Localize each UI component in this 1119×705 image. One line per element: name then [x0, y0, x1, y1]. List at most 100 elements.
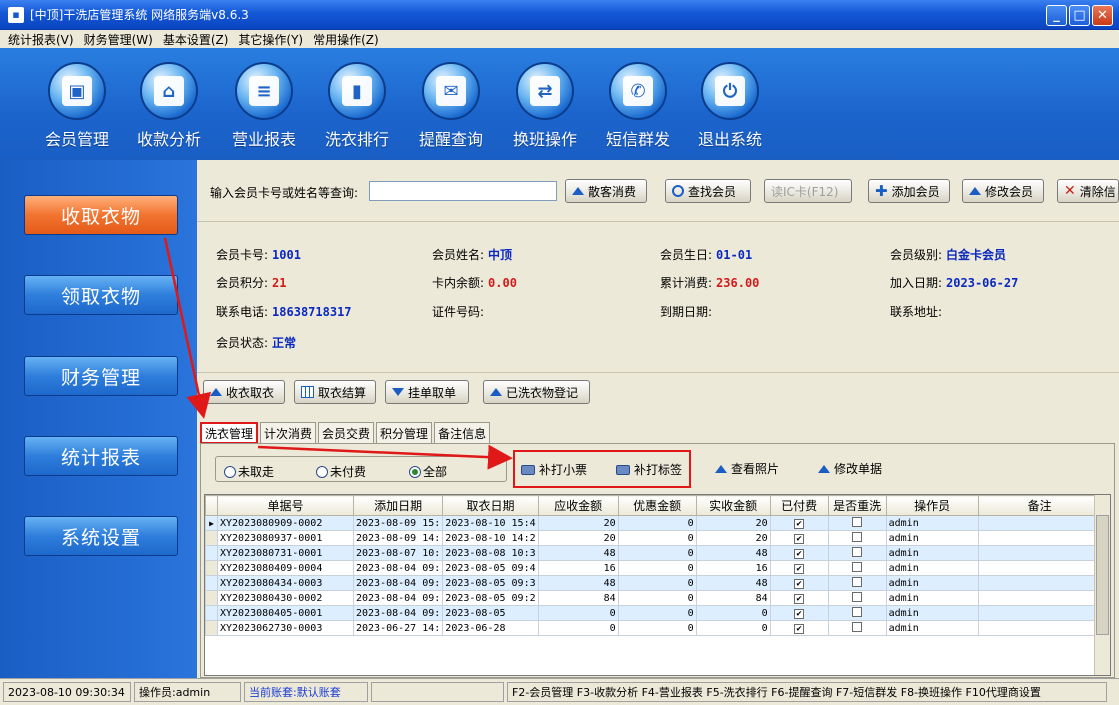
search-input[interactable]: [369, 181, 557, 201]
menu-stats[interactable]: 统计报表(V): [8, 31, 74, 48]
pickup-settle-button[interactable]: 取衣结算: [294, 380, 376, 404]
cell-paid[interactable]: ✔: [769, 530, 829, 546]
minimize-button[interactable]: _: [1046, 5, 1067, 26]
vertical-scrollbar[interactable]: [1094, 495, 1110, 675]
reprint-ticket-button[interactable]: 补打小票: [521, 461, 587, 478]
cell-rewash[interactable]: [827, 545, 887, 561]
paid-checkbox[interactable]: ✔: [794, 518, 805, 529]
radio-not-picked[interactable]: 未取走: [224, 463, 274, 480]
paid-checkbox[interactable]: ✔: [794, 548, 805, 559]
find-member-button[interactable]: 查找会员: [665, 179, 751, 203]
rewash-checkbox[interactable]: [852, 591, 863, 602]
sidebar-receive-clothes[interactable]: 收取衣物: [24, 195, 178, 235]
sidebar-pickup-clothes[interactable]: 领取衣物: [24, 275, 178, 315]
header-add-date[interactable]: 添加日期: [352, 495, 444, 516]
tab-count-consume[interactable]: 计次消费: [260, 422, 317, 444]
row-header[interactable]: [205, 560, 218, 576]
paid-checkbox[interactable]: ✔: [794, 623, 805, 634]
cell-paid[interactable]: ✔: [769, 515, 829, 531]
header-paid[interactable]: 已付费: [769, 495, 829, 516]
edit-member-button[interactable]: 修改会员: [962, 179, 1044, 203]
header-receivable[interactable]: 应收金额: [537, 495, 619, 516]
toolbar-laundry-ranking[interactable]: ▮ 洗衣排行: [317, 62, 397, 150]
cell-rewash[interactable]: [827, 620, 887, 636]
menu-basic-settings[interactable]: 基本设置(Z): [163, 31, 229, 48]
edit-order-button[interactable]: 修改单据: [818, 460, 882, 477]
rewash-checkbox[interactable]: [852, 576, 863, 587]
add-member-button[interactable]: ✚ 添加会员: [868, 179, 950, 203]
read-ic-card-button[interactable]: 读IC卡(F12): [764, 179, 852, 203]
close-button[interactable]: ✕: [1092, 5, 1113, 26]
cell-paid[interactable]: ✔: [769, 605, 829, 621]
cell-paid[interactable]: ✔: [769, 620, 829, 636]
cell-rewash[interactable]: [827, 560, 887, 576]
table-row[interactable]: XY2023062730-0003 2023-06-27 14: 2023-06-2…: [205, 620, 1102, 636]
header-received[interactable]: 实收金额: [695, 495, 771, 516]
tab-notes[interactable]: 备注信息: [434, 422, 491, 444]
toolbar-reminder-query[interactable]: ✉ 提醒查询: [411, 62, 491, 150]
header-pickup-date[interactable]: 取衣日期: [442, 495, 539, 516]
cell-rewash[interactable]: [827, 575, 887, 591]
menu-finance[interactable]: 财务管理(W): [84, 31, 153, 48]
header-notes[interactable]: 备注: [977, 495, 1102, 516]
sidebar-system-settings[interactable]: 系统设置: [24, 516, 178, 556]
table-row[interactable]: XY2023080937-0001 2023-08-09 14: 2023-08-1…: [205, 530, 1102, 546]
menu-other[interactable]: 其它操作(Y): [238, 31, 303, 48]
order-grid[interactable]: 单据号 添加日期 取衣日期 应收金额 优惠金额 实收金额 已付费 是否重洗 操作…: [204, 494, 1111, 676]
view-photos-button[interactable]: 查看照片: [715, 460, 779, 477]
row-header[interactable]: [205, 605, 218, 621]
paid-checkbox[interactable]: ✔: [794, 563, 805, 574]
table-row[interactable]: XY2023080430-0002 2023-08-04 09: 2023-08-0…: [205, 590, 1102, 606]
table-row[interactable]: XY2023080434-0003 2023-08-04 09: 2023-08-0…: [205, 575, 1102, 591]
rewash-checkbox[interactable]: [852, 621, 863, 632]
cell-paid[interactable]: ✔: [769, 545, 829, 561]
toolbar-member-management[interactable]: ▣ 会员管理: [37, 62, 117, 150]
header-rewash[interactable]: 是否重洗: [827, 495, 887, 516]
row-header[interactable]: [205, 575, 218, 591]
toolbar-business-report[interactable]: ≡ 营业报表: [224, 62, 304, 150]
row-header[interactable]: [205, 590, 218, 606]
hold-order-button[interactable]: 挂单取单: [385, 380, 469, 404]
tab-points[interactable]: 积分管理: [376, 422, 433, 444]
clear-info-button[interactable]: ✕ 清除信: [1057, 179, 1119, 203]
rewash-checkbox[interactable]: [852, 531, 863, 542]
cell-paid[interactable]: ✔: [769, 575, 829, 591]
cell-paid[interactable]: ✔: [769, 590, 829, 606]
tab-member-payment[interactable]: 会员交费: [318, 422, 375, 444]
rewash-checkbox[interactable]: [852, 606, 863, 617]
paid-checkbox[interactable]: ✔: [794, 533, 805, 544]
paid-checkbox[interactable]: ✔: [794, 608, 805, 619]
toolbar-exit-system[interactable]: ⏻ 退出系统: [690, 62, 770, 150]
row-header[interactable]: [205, 620, 218, 636]
paid-checkbox[interactable]: ✔: [794, 593, 805, 604]
header-discount[interactable]: 优惠金额: [617, 495, 697, 516]
row-header[interactable]: [205, 530, 218, 546]
washed-register-button[interactable]: 已洗衣物登记: [483, 380, 590, 404]
toolbar-shift-change[interactable]: ⇄ 换班操作: [505, 62, 585, 150]
scroll-thumb[interactable]: [1096, 515, 1109, 635]
cell-rewash[interactable]: [827, 530, 887, 546]
header-operator[interactable]: 操作员: [885, 495, 979, 516]
table-row[interactable]: XY2023080731-0001 2023-08-07 10: 2023-08-0…: [205, 545, 1102, 561]
rewash-checkbox[interactable]: [852, 546, 863, 557]
radio-all[interactable]: 全部: [409, 463, 447, 480]
cell-rewash[interactable]: [827, 590, 887, 606]
walkin-consume-button[interactable]: 散客消费: [565, 179, 647, 203]
table-row[interactable]: XY2023080405-0001 2023-08-04 09: 2023-08-0…: [205, 605, 1102, 621]
paid-checkbox[interactable]: ✔: [794, 578, 805, 589]
cell-rewash[interactable]: [827, 515, 887, 531]
row-header[interactable]: ▶: [205, 515, 218, 531]
table-row[interactable]: ▶ XY2023080909-0002 2023-08-09 15: 2023-08-…: [205, 515, 1102, 531]
cell-paid[interactable]: ✔: [769, 560, 829, 576]
tab-laundry-management[interactable]: 洗衣管理: [200, 422, 259, 444]
row-header[interactable]: [205, 545, 218, 561]
radio-unpaid[interactable]: 未付费: [316, 463, 366, 480]
sidebar-finance[interactable]: 财务管理: [24, 356, 178, 396]
menu-common[interactable]: 常用操作(Z): [313, 31, 379, 48]
reprint-label-button[interactable]: 补打标签: [616, 461, 682, 478]
rewash-checkbox[interactable]: [852, 561, 863, 572]
maximize-button[interactable]: □: [1069, 5, 1090, 26]
header-order-no[interactable]: 单据号: [217, 495, 354, 516]
table-row[interactable]: XY2023080409-0004 2023-08-04 09: 2023-08-0…: [205, 560, 1102, 576]
rewash-checkbox[interactable]: [852, 516, 863, 527]
